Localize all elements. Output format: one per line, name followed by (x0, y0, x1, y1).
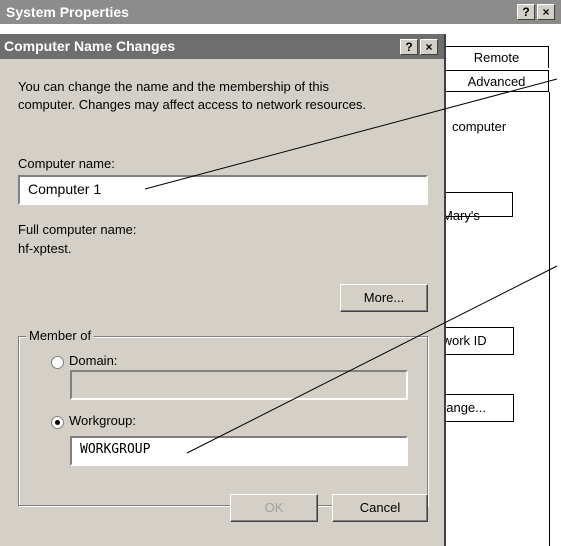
callout-line-computer-name (144, 78, 558, 190)
callout-line-workgroup (186, 265, 558, 454)
callout-lines (144, 78, 558, 454)
